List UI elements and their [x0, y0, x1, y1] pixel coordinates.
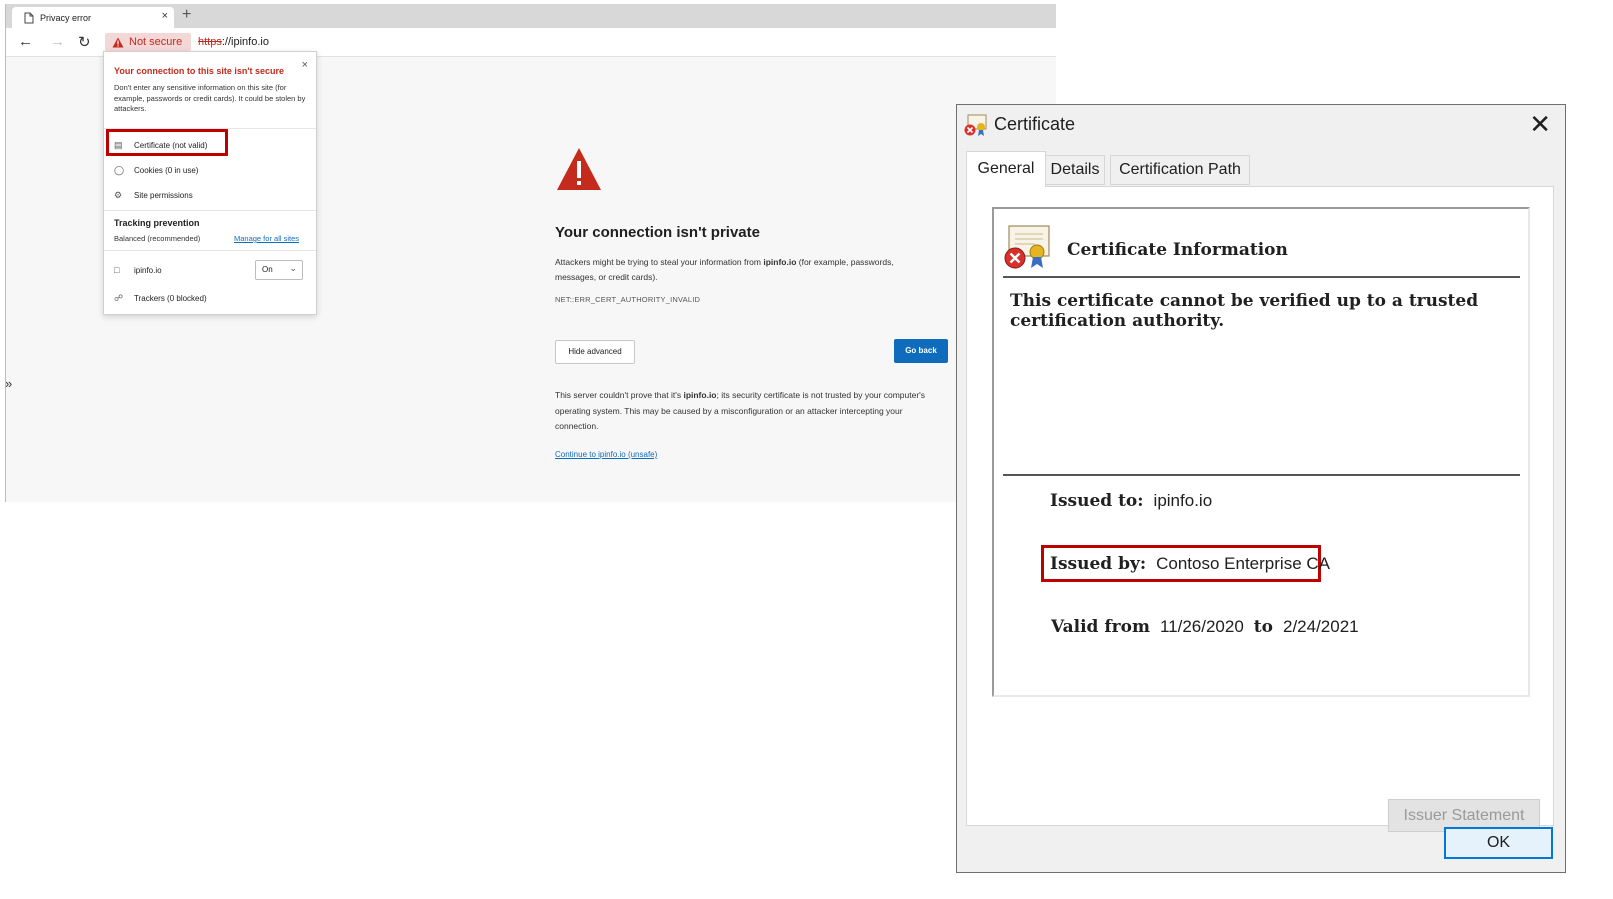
page-icon	[24, 11, 34, 29]
warning-icon	[556, 147, 602, 196]
tab-strip: Privacy error × +	[6, 4, 1056, 28]
certificate-dialog: Certificate ✕ General Details Certificat…	[956, 104, 1566, 873]
general-tab-panel: Certificate Information This certificate…	[966, 186, 1554, 832]
divider	[1003, 474, 1520, 476]
flyout-description: Don't enter any sensitive information on…	[114, 83, 306, 113]
page-icon: □	[114, 265, 120, 275]
certificate-error-icon	[1003, 224, 1055, 275]
certificate-info-box: Certificate Information This certificate…	[992, 207, 1530, 697]
site-permissions-item[interactable]: ⚙ Site permissions	[114, 190, 193, 201]
issued-by-label: Issued by:	[1050, 554, 1147, 574]
error-code: NET::ERR_CERT_AUTHORITY_INVALID	[555, 295, 701, 304]
new-tab-button[interactable]: +	[182, 6, 191, 24]
error-description: Attackers might be trying to steal your …	[555, 255, 933, 285]
valid-from-value: 11/26/2020	[1159, 617, 1244, 636]
hide-advanced-button[interactable]: Hide advanced	[555, 340, 635, 364]
error-title: Your connection isn't private	[555, 224, 760, 241]
trackers-item[interactable]: ☍ Trackers (0 blocked)	[114, 293, 207, 304]
issued-by-row: Issued by: Contoso Enterprise CA	[1050, 554, 1330, 574]
tab-title: Privacy error	[40, 13, 92, 23]
error-host: ipinfo.io	[683, 390, 717, 400]
issued-to-value: ipinfo.io	[1153, 491, 1213, 510]
go-back-button[interactable]: Go back	[894, 339, 948, 363]
dialog-title: Certificate	[994, 114, 1076, 134]
cookies-item[interactable]: ◯ Cookies (0 in use)	[114, 165, 198, 176]
close-icon[interactable]: ✕	[1529, 109, 1551, 140]
chevron-down-icon: ⌄	[289, 263, 297, 273]
back-arrow-icon[interactable]: ←	[18, 33, 33, 50]
issued-to-row: Issued to: ipinfo.io	[1050, 491, 1212, 511]
issued-to-label: Issued to:	[1050, 491, 1144, 511]
url-host: ://ipinfo.io	[221, 36, 269, 48]
tracking-mode: Balanced (recommended)	[114, 234, 201, 243]
trackers-label: Trackers (0 blocked)	[134, 294, 207, 303]
forward-arrow-icon[interactable]: →	[50, 33, 65, 50]
divider	[104, 210, 316, 211]
gear-icon: ⚙	[114, 190, 123, 200]
site-permissions-label: Site permissions	[134, 191, 193, 200]
tracking-toggle-select[interactable]: On ⌄	[255, 260, 303, 280]
cookies-label: Cookies (0 in use)	[134, 166, 199, 175]
divider	[1003, 276, 1520, 278]
close-tab-icon[interactable]: ×	[162, 10, 168, 22]
certificate-error-icon	[963, 113, 989, 142]
tracking-prevention-title: Tracking prevention	[114, 218, 200, 228]
ok-button[interactable]: OK	[1444, 827, 1553, 859]
certificate-highlight-box	[106, 129, 228, 156]
valid-to-label: to	[1253, 617, 1273, 637]
address-bar[interactable]: https://ipinfo.io	[198, 36, 269, 48]
site-label: ipinfo.io	[134, 266, 162, 275]
flyout-title: Your connection to this site isn't secur…	[114, 66, 285, 76]
close-icon[interactable]: ×	[302, 59, 308, 71]
cookie-icon: ◯	[114, 165, 125, 175]
tracking-toggle-value: On	[262, 265, 273, 274]
not-secure-label: Not secure	[129, 36, 183, 48]
issued-by-value: Contoso Enterprise CA	[1156, 554, 1330, 573]
manage-all-sites-link[interactable]: Manage for all sites	[234, 234, 299, 243]
continue-unsafe-link[interactable]: Continue to ipinfo.io (unsafe)	[555, 450, 657, 459]
error-host: ipinfo.io	[763, 257, 797, 267]
error-description-text: Attackers might be trying to steal your …	[555, 257, 764, 267]
expand-sidebar-icon[interactable]: »	[6, 376, 12, 391]
certificate-info-title: Certificate Information	[1067, 240, 1288, 260]
error-detail-text: This server couldn't prove that it's	[555, 390, 684, 400]
tab-general[interactable]: General	[966, 151, 1046, 187]
browser-window: Privacy error × + ← → ↻ Not secure https…	[5, 4, 1056, 502]
valid-from-label: Valid from	[1051, 617, 1150, 637]
tab-certification-path[interactable]: Certification Path	[1110, 155, 1250, 185]
validity-row: Valid from 11/26/2020 to 2/24/2021	[1051, 617, 1359, 637]
url-scheme: https	[198, 36, 222, 48]
site-row: □ ipinfo.io	[114, 265, 162, 275]
browser-tab[interactable]: Privacy error ×	[12, 7, 174, 28]
not-secure-badge[interactable]: Not secure	[105, 33, 191, 51]
site-info-flyout: Your connection to this site isn't secur…	[103, 51, 317, 315]
tracker-icon: ☍	[114, 293, 124, 303]
error-detail: This server couldn't prove that it's ipi…	[555, 388, 941, 435]
tab-details[interactable]: Details	[1045, 155, 1105, 185]
refresh-icon[interactable]: ↻	[78, 33, 91, 51]
divider	[104, 250, 316, 251]
certificate-warning: This certificate cannot be verified up t…	[1010, 291, 1479, 331]
valid-to-value: 2/24/2021	[1283, 617, 1359, 636]
